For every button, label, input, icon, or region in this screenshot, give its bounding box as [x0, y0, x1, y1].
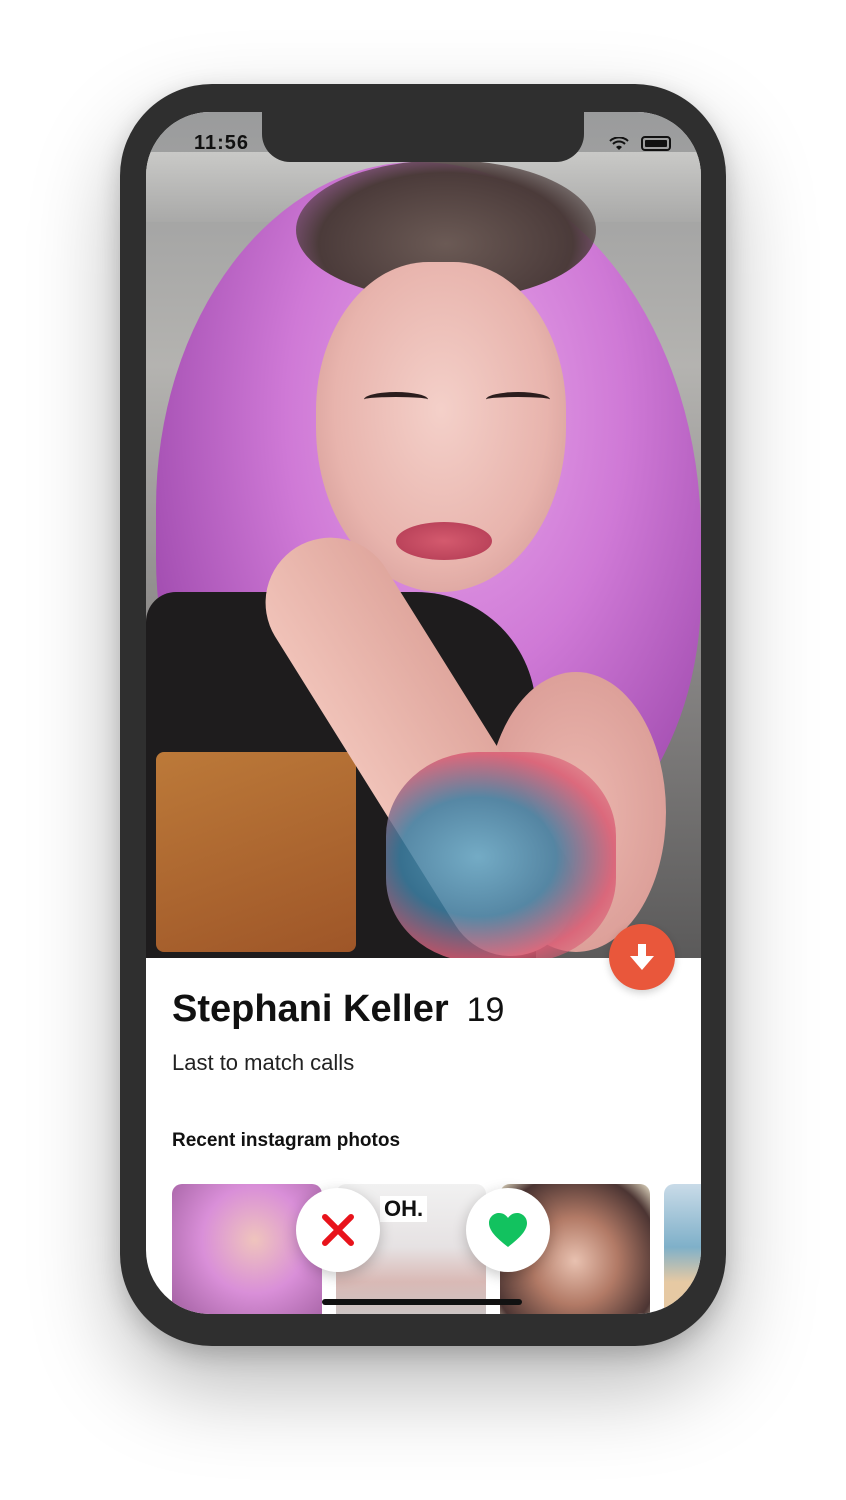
heart-icon [489, 1213, 527, 1247]
instagram-section-title: Recent instagram photos [172, 1130, 401, 1151]
instagram-photo-strip[interactable]: OH. [172, 1184, 701, 1314]
expand-profile-button[interactable] [609, 924, 675, 990]
profile-header: Stephani Keller 19 [172, 988, 504, 1031]
profile-tagline: Last to match calls [172, 1050, 355, 1075]
instagram-photo[interactable] [664, 1184, 701, 1314]
home-indicator[interactable] [322, 1299, 522, 1305]
close-icon [322, 1214, 354, 1246]
like-button[interactable] [466, 1188, 550, 1272]
status-bar: 11:56 [146, 112, 701, 162]
app-screen: 11:56 Stephani Keller 19 Last to match c… [146, 112, 701, 1314]
device-notch [262, 112, 584, 162]
profile-photo[interactable] [146, 112, 701, 958]
profile-age: 19 [466, 991, 505, 1029]
profile-name: Stephani Keller [172, 988, 449, 1030]
photo-caption: OH. [380, 1196, 428, 1222]
battery-icon [641, 136, 671, 151]
arrow-down-icon [630, 944, 654, 970]
status-time: 11:56 [194, 132, 250, 154]
wifi-icon [609, 136, 629, 150]
instagram-photo[interactable] [172, 1184, 322, 1314]
dislike-button[interactable] [296, 1188, 380, 1272]
